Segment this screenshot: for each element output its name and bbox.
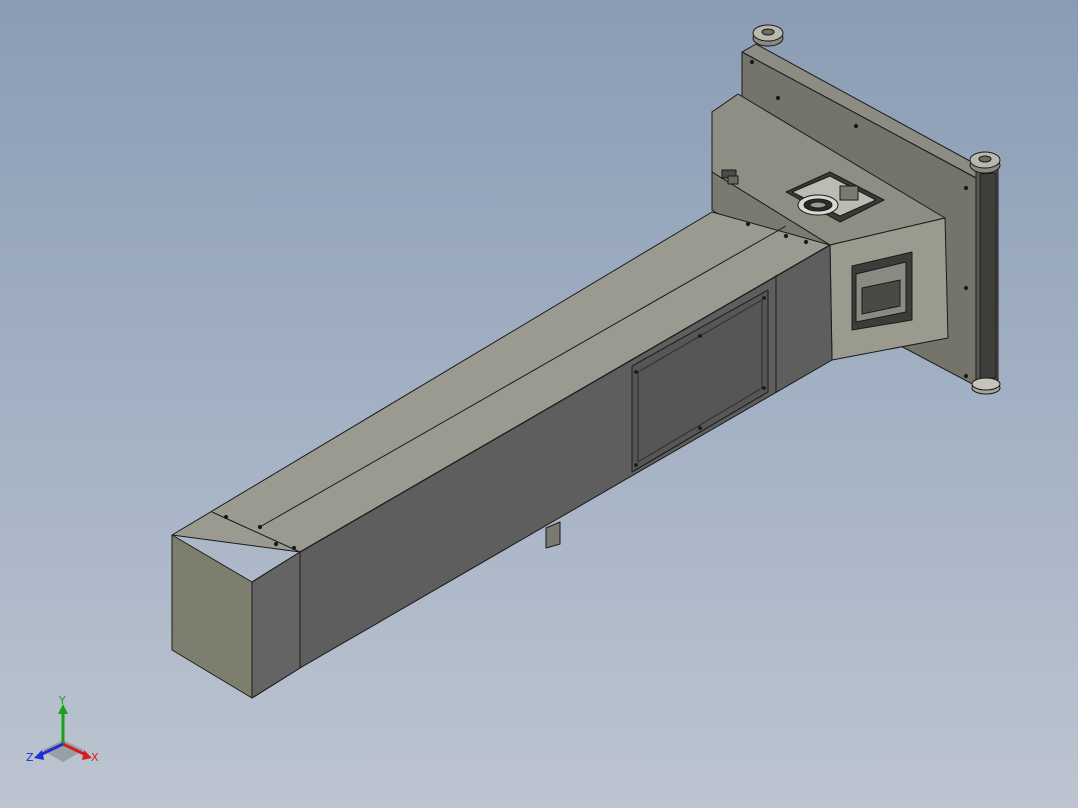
triad-y-label: Y: [58, 694, 66, 707]
triad-z-label: Z: [26, 751, 34, 764]
bottom-bracket: [545, 521, 561, 549]
top-roller[interactable]: [752, 24, 784, 47]
cad-viewport[interactable]: [0, 0, 1078, 808]
triad-x-label: X: [91, 751, 99, 764]
triad-z-arrow: [34, 750, 44, 760]
beam-assembly-model[interactable]: [171, 24, 1001, 699]
main-beam[interactable]: [171, 211, 833, 699]
right-roller-bottom[interactable]: [971, 377, 1001, 395]
view-orientation-triad[interactable]: Y X Z: [22, 690, 112, 780]
right-roller-top[interactable]: [969, 151, 1001, 174]
